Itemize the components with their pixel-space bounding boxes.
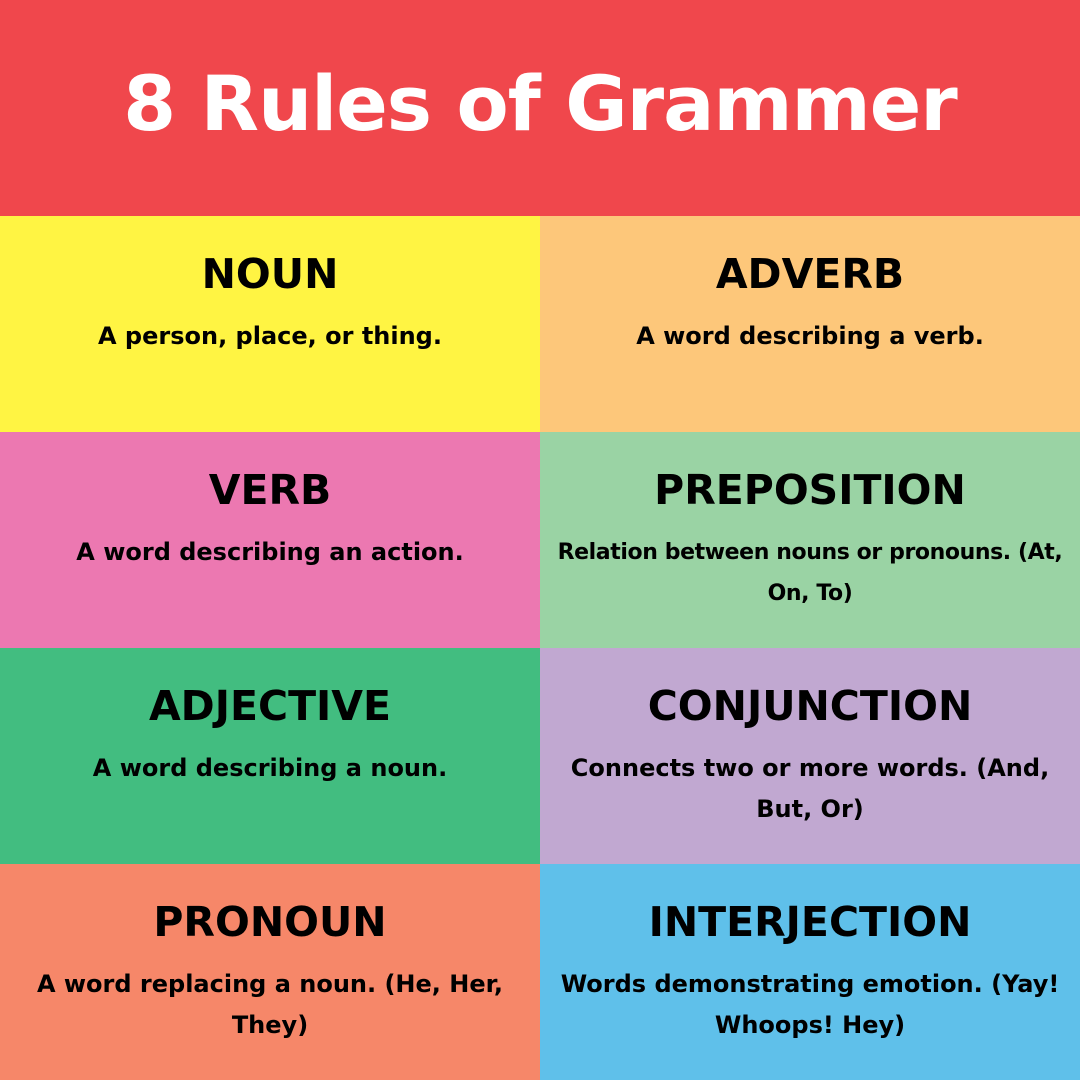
term-interjection: INTERJECTION — [648, 898, 972, 946]
term-adjective: ADJECTIVE — [148, 682, 392, 730]
term-verb: VERB — [208, 466, 332, 514]
poster-title: 8 Rules of Grammer — [123, 58, 958, 148]
title-banner: 8 Rules of Grammer — [0, 0, 1080, 216]
cell-interjection: INTERJECTION Words demonstrating emotion… — [540, 864, 1080, 1080]
parts-of-speech-grid: NOUN A person, place, or thing. ADVERB A… — [0, 216, 1080, 1080]
cell-preposition: PREPOSITION Relation between nouns or pr… — [540, 432, 1080, 648]
grammar-poster: 8 Rules of Grammer NOUN A person, place,… — [0, 0, 1080, 1080]
definition-pronoun: A word replacing a noun. (He, Her, They) — [36, 970, 504, 1039]
cell-pronoun: PRONOUN A word replacing a noun. (He, He… — [0, 864, 540, 1080]
definition-adverb: A word describing a verb. — [636, 322, 984, 350]
definition-verb: A word describing an action. — [76, 538, 464, 566]
cell-adverb: ADVERB A word describing a verb. — [540, 216, 1080, 432]
definition-noun: A person, place, or thing. — [98, 322, 442, 350]
cell-conjunction: CONJUNCTION Connects two or more words. … — [540, 648, 1080, 864]
term-conjunction: CONJUNCTION — [647, 682, 973, 730]
definition-conjunction: Connects two or more words. (And, But, O… — [570, 754, 1050, 823]
term-preposition: PREPOSITION — [654, 466, 966, 514]
definition-preposition: Relation between nouns or pronouns. (At,… — [557, 540, 1063, 606]
cell-adjective: ADJECTIVE A word describing a noun. — [0, 648, 540, 864]
term-pronoun: PRONOUN — [153, 898, 387, 946]
term-adverb: ADVERB — [715, 250, 905, 298]
cell-verb: VERB A word describing an action. — [0, 432, 540, 648]
definition-adjective: A word describing a noun. — [92, 754, 448, 782]
term-noun: NOUN — [201, 250, 339, 298]
cell-noun: NOUN A person, place, or thing. — [0, 216, 540, 432]
definition-interjection: Words demonstrating emotion. (Yay! Whoop… — [560, 970, 1060, 1039]
